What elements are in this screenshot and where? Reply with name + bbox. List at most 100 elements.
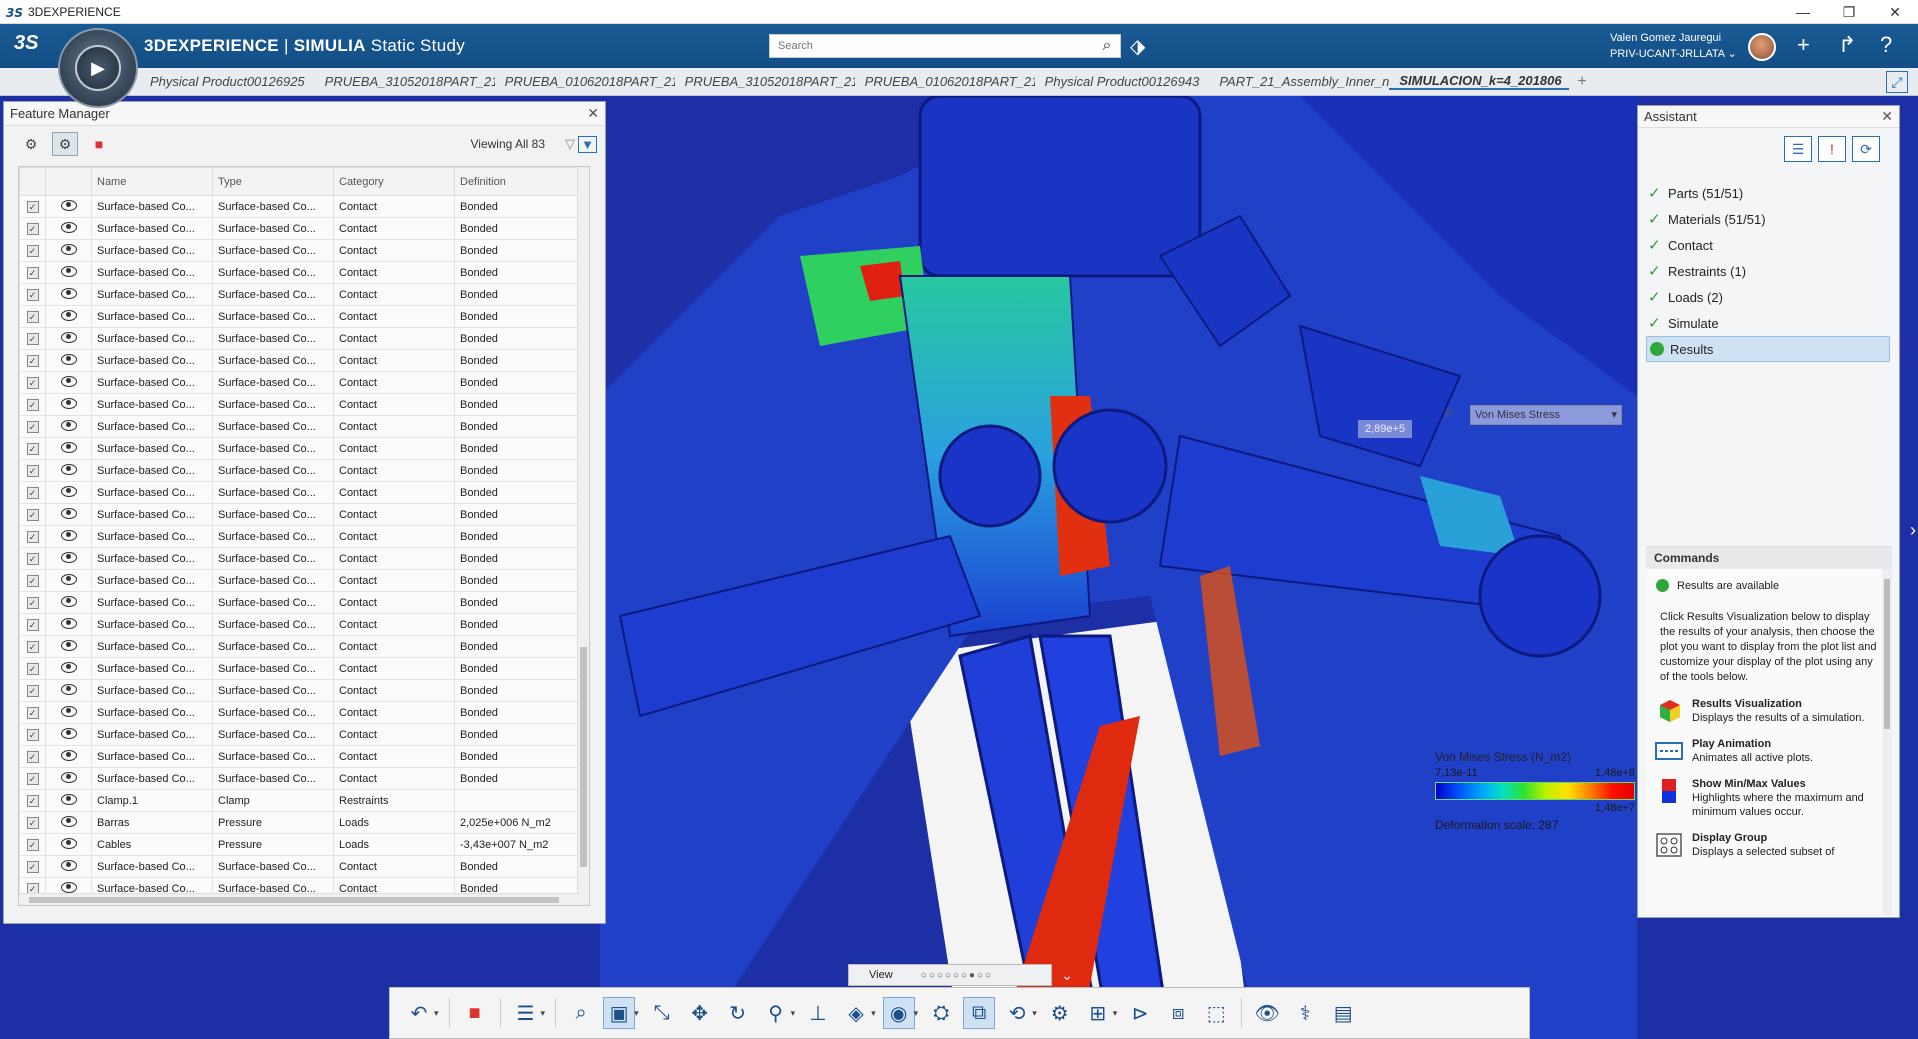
cube-dropdown-icon[interactable]: ▾ [634, 1008, 639, 1019]
pan-icon[interactable]: ✥ [684, 997, 716, 1029]
row-checkbox[interactable]: ✓ [19, 525, 46, 548]
row-visibility-eye-icon[interactable] [45, 613, 92, 636]
rotate-icon[interactable]: ↻ [722, 997, 754, 1029]
feature-tree-icon[interactable]: ⚙ [18, 132, 44, 156]
search-icon[interactable]: ⌕ [1094, 37, 1120, 55]
row-checkbox[interactable]: ✓ [19, 437, 46, 460]
render-dropdown-icon[interactable]: ▾ [914, 1008, 919, 1019]
row-visibility-eye-icon[interactable] [45, 503, 92, 526]
share-icon[interactable]: ↱ [1838, 32, 1856, 58]
plot-list-dropdown-icon[interactable]: ▾ [541, 1008, 546, 1019]
help-icon[interactable]: ? [1880, 32, 1892, 58]
table-row[interactable]: ✓ Surface-based Co... Surface-based Co... C… [19, 261, 580, 284]
row-visibility-eye-icon[interactable] [45, 635, 92, 658]
normal-view-icon[interactable]: ⊥ [802, 997, 834, 1029]
ds-logo-icon[interactable]: 3S [14, 32, 38, 55]
tab-simulacion[interactable]: SIMULACION_k=4_201806 [1389, 73, 1570, 90]
row-visibility-eye-icon[interactable] [45, 327, 92, 350]
assistant-step-results[interactable]: Results [1646, 336, 1890, 362]
row-visibility-eye-icon[interactable] [45, 701, 92, 724]
row-visibility-eye-icon[interactable] [45, 525, 92, 548]
row-visibility-eye-icon[interactable] [45, 679, 92, 702]
play-compass-icon[interactable]: ▶ [75, 45, 121, 91]
probe-value[interactable]: 2,89e+5 [1358, 420, 1412, 438]
tab-prueba-01062018-b[interactable]: PRUEBA_01062018PART_21 [855, 74, 1035, 89]
row-checkbox[interactable]: ✓ [19, 679, 46, 702]
row-visibility-eye-icon[interactable] [45, 833, 92, 856]
table-row[interactable]: ✓ Surface-based Co... Surface-based Co... C… [19, 371, 580, 394]
table-row[interactable]: ✓ Surface-based Co... Surface-based Co... C… [19, 525, 580, 548]
table-row[interactable]: ✓ Surface-based Co... Surface-based Co... C… [19, 591, 580, 614]
plus-icon[interactable]: + [1797, 32, 1810, 58]
search-bar[interactable]: ⌕ [769, 34, 1121, 58]
row-checkbox[interactable]: ✓ [19, 503, 46, 526]
tab-prueba-31052018-a[interactable]: PRUEBA_31052018PART_21 [315, 74, 495, 89]
row-checkbox[interactable]: ✓ [19, 195, 46, 218]
command-show-min-max[interactable]: Show Min/Max Values Highlights where the … [1654, 777, 1892, 819]
row-checkbox[interactable]: ✓ [19, 723, 46, 746]
row-visibility-eye-icon[interactable] [45, 261, 92, 284]
table-row[interactable]: ✓ Surface-based Co... Surface-based Co... C… [19, 635, 580, 658]
table-row[interactable]: ✓ Surface-based Co... Surface-based Co... C… [19, 613, 580, 636]
assistant-step-parts[interactable]: ✓ Parts (51/51) [1646, 180, 1890, 206]
col-definition[interactable]: Definition [454, 167, 580, 196]
row-checkbox[interactable]: ✓ [19, 657, 46, 680]
col-visibility[interactable] [45, 167, 92, 196]
layout-icon[interactable]: ⊞ [1082, 997, 1114, 1029]
tab-physical-product-00126925[interactable]: Physical Product00126925 [140, 74, 315, 89]
row-checkbox[interactable]: ✓ [19, 811, 46, 834]
plot-select[interactable]: Von Mises Stress [1470, 405, 1622, 425]
row-visibility-eye-icon[interactable] [45, 591, 92, 614]
display-settings-icon[interactable]: ⚙ [1044, 997, 1076, 1029]
filter-icon[interactable]: ▽ [565, 136, 575, 152]
row-checkbox[interactable]: ✓ [19, 415, 46, 438]
table-row[interactable]: ✓ Surface-based Co... Surface-based Co... C… [19, 283, 580, 306]
assistant-step-simulate[interactable]: ✓ Simulate [1646, 310, 1890, 336]
compass-widget[interactable]: ▶ [58, 28, 138, 108]
zoom-icon[interactable]: ⚲ [760, 997, 792, 1029]
feature-list-icon[interactable]: ⚙ [52, 132, 78, 156]
view-selector[interactable]: View ○○○○○○●○○ ⌄ [848, 964, 1073, 986]
assistant-step-contact[interactable]: ✓ Contact [1646, 232, 1890, 258]
row-visibility-eye-icon[interactable] [45, 195, 92, 218]
close-icon[interactable]: ✕ [1881, 108, 1893, 125]
table-row[interactable]: ✓ Surface-based Co... Surface-based Co... C… [19, 679, 580, 702]
table-row[interactable]: ✓ Surface-based Co... Surface-based Co... C… [19, 415, 580, 438]
command-display-group[interactable]: Display Group Displays a selected subset … [1654, 831, 1892, 859]
row-visibility-eye-icon[interactable] [45, 283, 92, 306]
row-checkbox[interactable]: ✓ [19, 635, 46, 658]
row-checkbox[interactable]: ✓ [19, 349, 46, 372]
row-visibility-eye-icon[interactable] [45, 371, 92, 394]
tab-part21-assembly[interactable]: PART_21_Assembly_Inner_n [1209, 74, 1389, 89]
user-info[interactable]: Valen Gomez Jauregui PRIV-UCANT-JRLLATA … [1610, 30, 1737, 62]
zoom-dropdown-icon[interactable]: ▾ [791, 1008, 796, 1019]
row-checkbox[interactable]: ✓ [19, 217, 46, 240]
list-view-icon[interactable]: ☰ [1784, 136, 1812, 162]
table-row[interactable]: ✓ Surface-based Co... Surface-based Co... C… [19, 723, 580, 746]
assistant-step-restraints[interactable]: ✓ Restraints (1) [1646, 258, 1890, 284]
row-visibility-eye-icon[interactable] [45, 437, 92, 460]
animation-icon[interactable]: ⟲ [1001, 997, 1033, 1029]
table-row[interactable]: ✓ Surface-based Co... Surface-based Co... C… [19, 767, 580, 790]
chevron-down-icon[interactable]: ⌄ [1061, 967, 1073, 984]
row-visibility-eye-icon[interactable] [45, 481, 92, 504]
commands-scrollbar[interactable] [1882, 569, 1892, 915]
row-visibility-eye-icon[interactable] [45, 569, 92, 592]
row-visibility-eye-icon[interactable] [45, 811, 92, 834]
hide-show-icon[interactable]: ⛭ [925, 997, 957, 1029]
row-checkbox[interactable]: ✓ [19, 569, 46, 592]
table-row[interactable]: ✓ Cables Pressure Loads -3,43e+007 N_m2 [19, 833, 580, 856]
assistant-step-loads[interactable]: ✓ Loads (2) [1646, 284, 1890, 310]
col-name[interactable]: Name [91, 167, 213, 196]
command-play-animation[interactable]: Play Animation Animates all active plots. [1654, 737, 1892, 765]
undo-icon[interactable]: ↶ [403, 997, 435, 1029]
row-checkbox[interactable]: ✓ [19, 283, 46, 306]
measure-icon[interactable]: ⧈ [1162, 997, 1194, 1029]
row-visibility-eye-icon[interactable] [45, 415, 92, 438]
user-role[interactable]: PRIV-UCANT-JRLLATA ⌄ [1610, 46, 1737, 62]
col-category[interactable]: Category [333, 167, 455, 196]
chevron-right-icon[interactable]: › [1910, 520, 1916, 541]
table-row[interactable]: ✓ Surface-based Co... Surface-based Co... C… [19, 393, 580, 416]
close-button[interactable]: ✕ [1872, 0, 1918, 24]
animation-dropdown-icon[interactable]: ▾ [1032, 1008, 1037, 1019]
